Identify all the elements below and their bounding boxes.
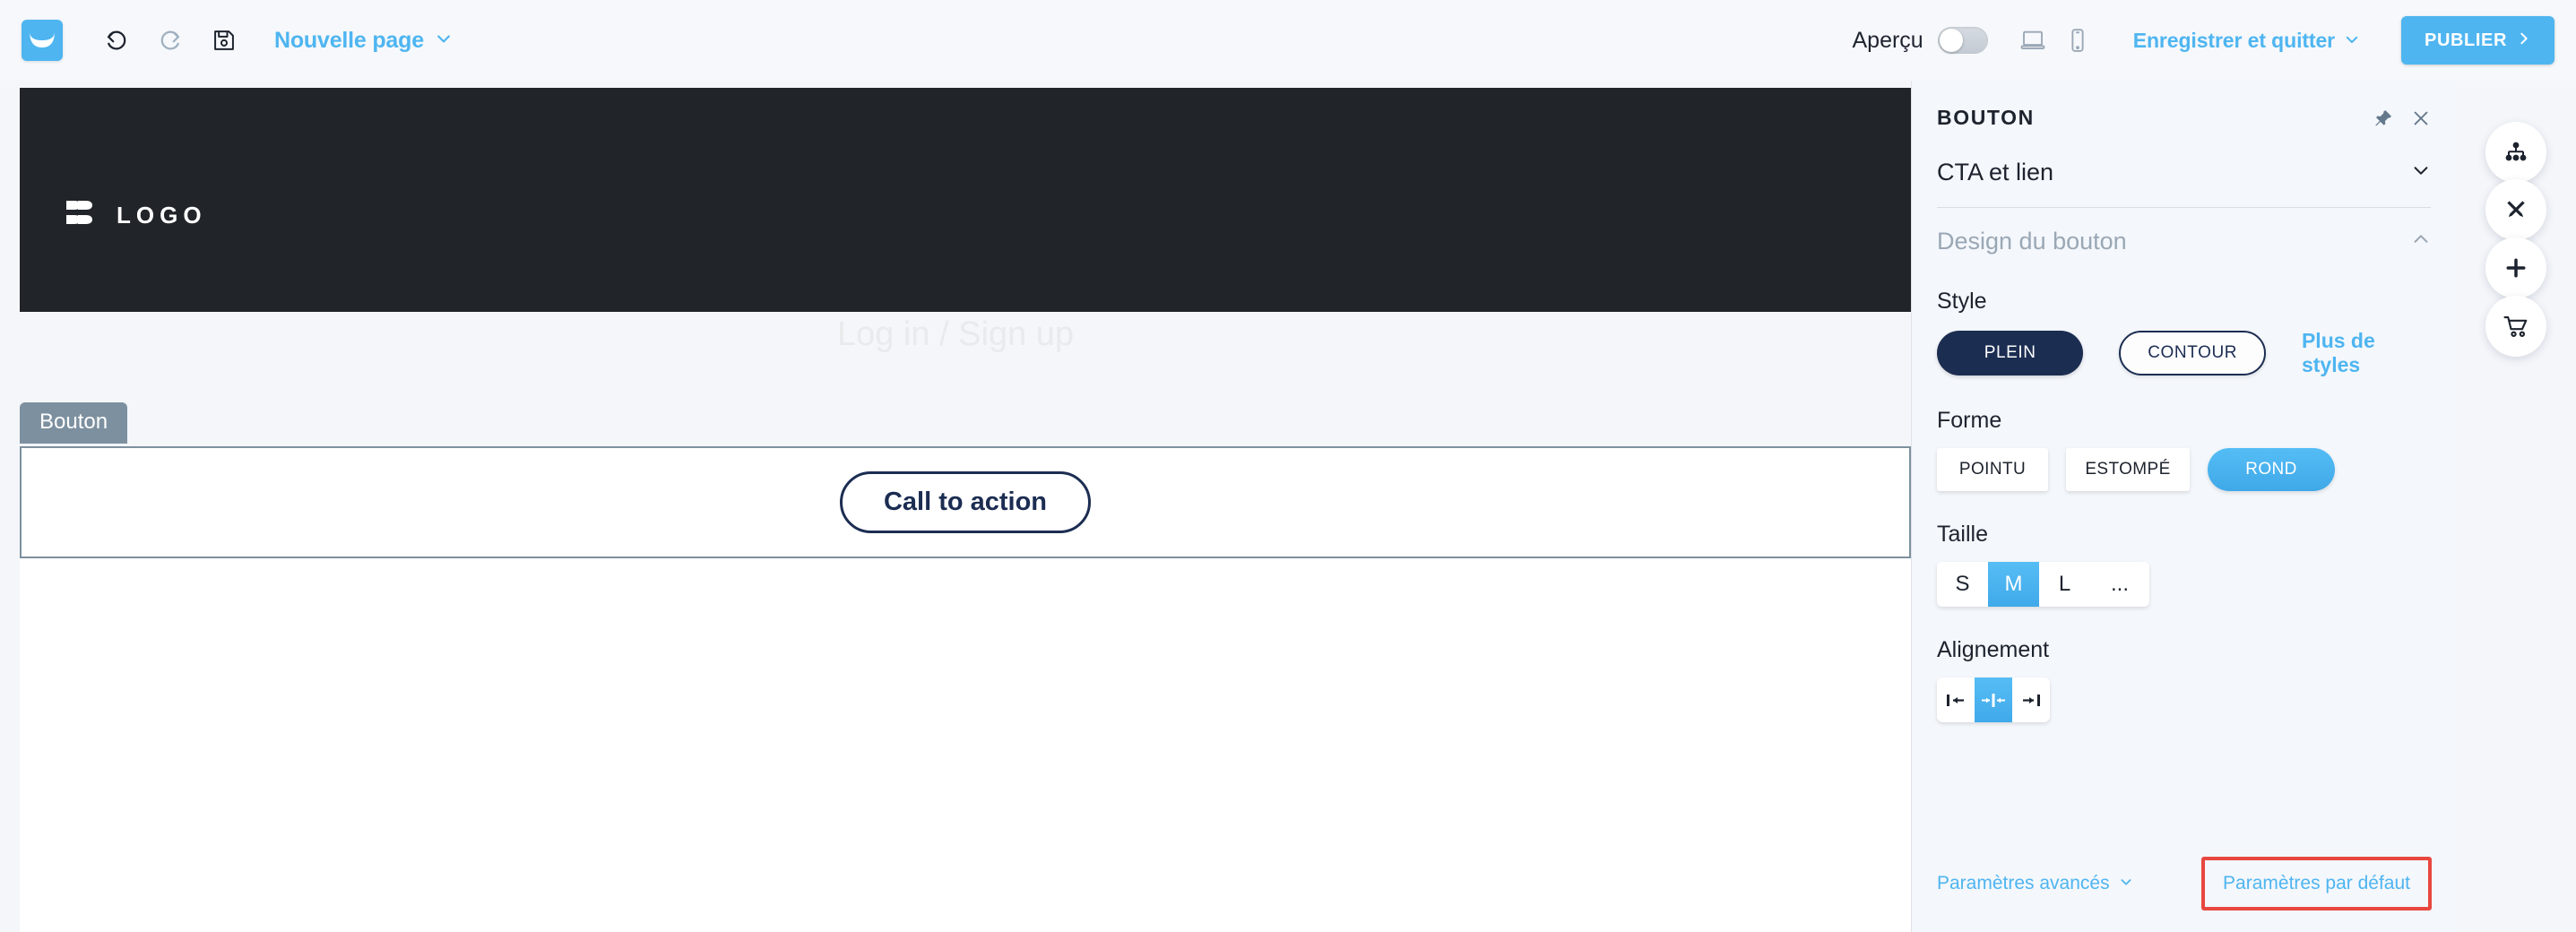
style-options-row: PLEIN CONTOUR Plus de styles [1937,329,2431,377]
style-option-contour[interactable]: CONTOUR [2119,331,2266,375]
preview-toggle[interactable] [1937,27,1988,54]
sitemap-icon[interactable] [2485,122,2546,183]
panel-footer: Paramètres avancés Paramètres par défaut [1912,857,2457,910]
button-block[interactable]: Call to action [20,446,1911,558]
mobile-phone-icon[interactable] [2060,22,2096,58]
forme-option-estompe[interactable]: ESTOMPÉ [2066,448,2190,491]
taille-option-s[interactable]: S [1937,562,1988,607]
floppy-disk-save-icon[interactable] [204,21,244,60]
site-logo-text: LOGO [117,202,207,229]
panel-header-actions [2373,108,2431,128]
taille-option-more[interactable]: ... [2090,562,2149,607]
taille-group: Taille S M L ... [1912,522,2456,607]
section-cta-label: CTA et lien [1937,158,2054,186]
panel-title: BOUTON [1937,106,2035,129]
pushpin-icon[interactable] [2373,108,2393,128]
alignement-group: Alignement [1912,637,2456,722]
save-and-quit-dropdown[interactable]: Enregistrer et quitter [2133,29,2360,53]
undo-arrow-icon[interactable] [97,21,136,60]
site-logo[interactable]: LOGO [63,195,207,236]
mailchimp-envelope-logo[interactable] [22,20,63,61]
taille-option-m[interactable]: M [1988,562,2039,607]
page-name-dropdown[interactable]: Nouvelle page [274,28,453,54]
call-to-action-button[interactable]: Call to action [839,471,1092,533]
forme-option-rond[interactable]: ROND [2208,448,2335,491]
toggle-knob [1939,29,1963,52]
alignement-segmented-control [1937,677,2050,722]
floating-action-rail [2456,81,2576,932]
chevron-right-icon [2517,30,2531,51]
align-center-icon[interactable] [1975,677,2012,722]
publish-button[interactable]: PUBLIER [2401,16,2554,65]
forme-option-pointu[interactable]: POINTU [1937,448,2048,491]
page-name-label: Nouvelle page [274,27,424,53]
chevron-down-icon [2119,873,2133,894]
canvas-empty-area[interactable] [20,558,1911,932]
shopping-cart-icon[interactable] [2485,296,2546,357]
plus-icon[interactable] [2485,237,2546,298]
style-group: Style PLEIN CONTOUR Plus de styles [1912,289,2456,377]
publish-label: PUBLIER [2425,30,2507,50]
advanced-settings-label: Paramètres avancés [1937,873,2110,893]
chevron-down-icon [435,30,453,52]
alignement-group-label: Alignement [1937,637,2050,662]
section-cta-et-lien[interactable]: CTA et lien [1912,144,2456,200]
advanced-settings-link[interactable]: Paramètres avancés [1937,873,2133,894]
panel-divider [1937,207,2431,208]
align-left-icon[interactable] [1937,677,1975,722]
default-settings-button[interactable]: Paramètres par défaut [2201,857,2432,910]
section-design-label: Design du bouton [1937,227,2127,255]
chevron-down-icon [2411,160,2431,185]
section-design-du-bouton[interactable]: Design du bouton [1912,213,2456,269]
device-preview-switcher [2015,22,2096,58]
hero-title: Log in / Sign up [836,315,1075,353]
taille-option-l[interactable]: L [2039,562,2090,607]
more-styles-link[interactable]: Plus de styles [2302,329,2431,377]
align-right-icon[interactable] [2012,677,2050,722]
forme-group-label: Forme [1937,408,2002,433]
panel-header: BOUTON [1912,81,2456,130]
page-canvas: LOGO Log in / Sign up Bouton Call to act… [0,81,1911,932]
laptop-icon[interactable] [2015,22,2051,58]
top-toolbar-right: Aperçu Enregistrer et quitter PUBLIER [1853,16,2576,65]
redo-arrow-icon[interactable] [151,21,190,60]
save-and-quit-label: Enregistrer et quitter [2132,28,2336,52]
style-group-label: Style [1937,289,1987,314]
preview-label: Aperçu [1852,27,1923,53]
style-option-plein[interactable]: PLEIN [1937,331,2084,375]
forme-options-row: POINTU ESTOMPÉ ROND [1937,448,2431,491]
close-x-icon[interactable] [2411,108,2431,128]
forme-group: Forme POINTU ESTOMPÉ ROND [1912,408,2456,491]
chevron-down-icon [2344,29,2360,53]
brand-b-mark-icon [63,195,99,236]
selected-block-tab[interactable]: Bouton [20,402,128,444]
chevron-up-icon [2411,229,2431,254]
taille-segmented-control: S M L ... [1937,562,2149,607]
taille-group-label: Taille [1937,522,1988,547]
site-header-section[interactable]: LOGO [20,88,1911,312]
button-settings-panel: BOUTON CTA et lien Design du bouton Styl… [1911,81,2456,932]
design-pencils-icon[interactable] [2485,179,2546,240]
top-toolbar: Nouvelle page Aperçu Enregistrer et quit… [0,0,2576,81]
